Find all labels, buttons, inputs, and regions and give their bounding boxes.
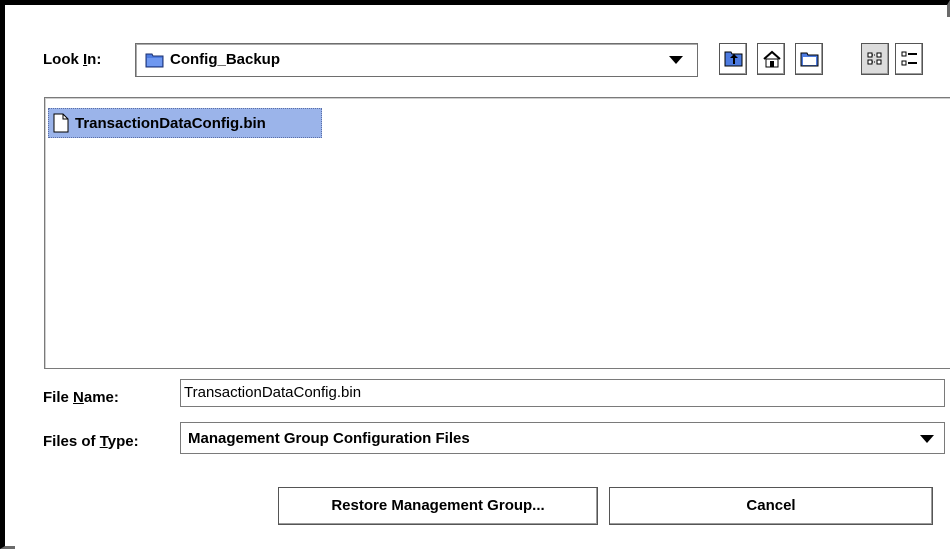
file-list[interactable]: TransactionDataConfig.bin	[44, 97, 950, 369]
restore-management-group-button[interactable]: Restore Management Group...	[278, 487, 598, 525]
new-folder-button[interactable]	[795, 43, 823, 75]
file-name: TransactionDataConfig.bin	[75, 115, 266, 132]
up-one-level-button[interactable]	[719, 43, 747, 75]
dialog-frame: Look In: Config_Backup TransactionDataCo…	[0, 0, 950, 551]
file-icon	[53, 113, 69, 137]
home-button[interactable]	[757, 43, 785, 75]
chevron-down-icon[interactable]	[669, 56, 683, 64]
folder-icon	[145, 51, 165, 73]
chevron-down-icon[interactable]	[920, 435, 934, 443]
file-name-input[interactable]	[184, 384, 924, 401]
details-view-button[interactable]	[895, 43, 923, 75]
list-view-button[interactable]	[861, 43, 889, 75]
file-type-label: Files of Type:	[43, 433, 139, 450]
file-type-combobox[interactable]: Management Group Configuration Files	[180, 422, 945, 454]
look-in-label: Look In:	[43, 51, 102, 68]
file-type-value: Management Group Configuration Files	[188, 430, 470, 447]
look-in-value: Config_Backup	[170, 51, 281, 68]
file-name-label: File Name:	[43, 389, 119, 406]
cancel-button[interactable]: Cancel	[609, 487, 933, 525]
look-in-combobox[interactable]: Config_Backup	[135, 43, 698, 77]
file-name-field[interactable]	[180, 379, 945, 407]
file-chooser-dialog: Look In: Config_Backup TransactionDataCo…	[15, 17, 950, 551]
list-item[interactable]: TransactionDataConfig.bin	[48, 108, 322, 138]
